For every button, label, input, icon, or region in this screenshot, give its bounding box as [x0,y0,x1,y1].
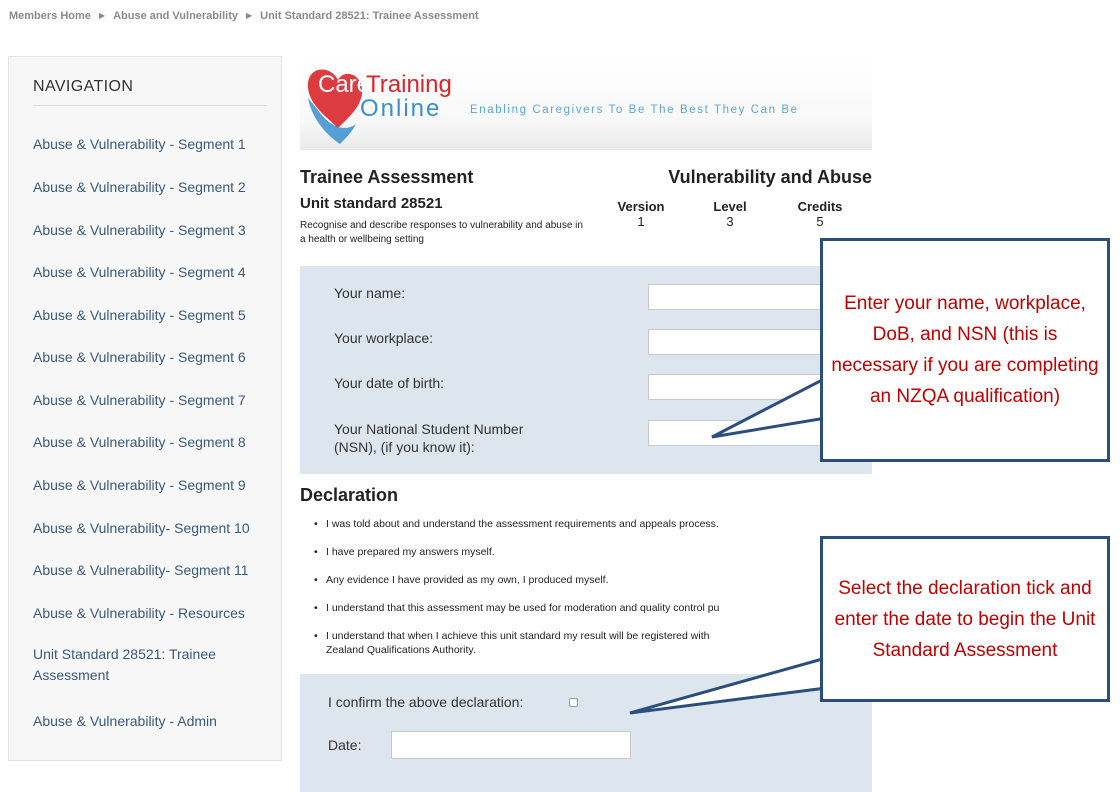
callout-arrow-top [711,375,828,439]
callout-enter-details: Enter your name, workplace, DoB, and NSN… [820,238,1110,462]
callout-arrow-bottom [629,656,828,715]
callout-declaration: Select the declaration tick and enter th… [820,536,1110,702]
